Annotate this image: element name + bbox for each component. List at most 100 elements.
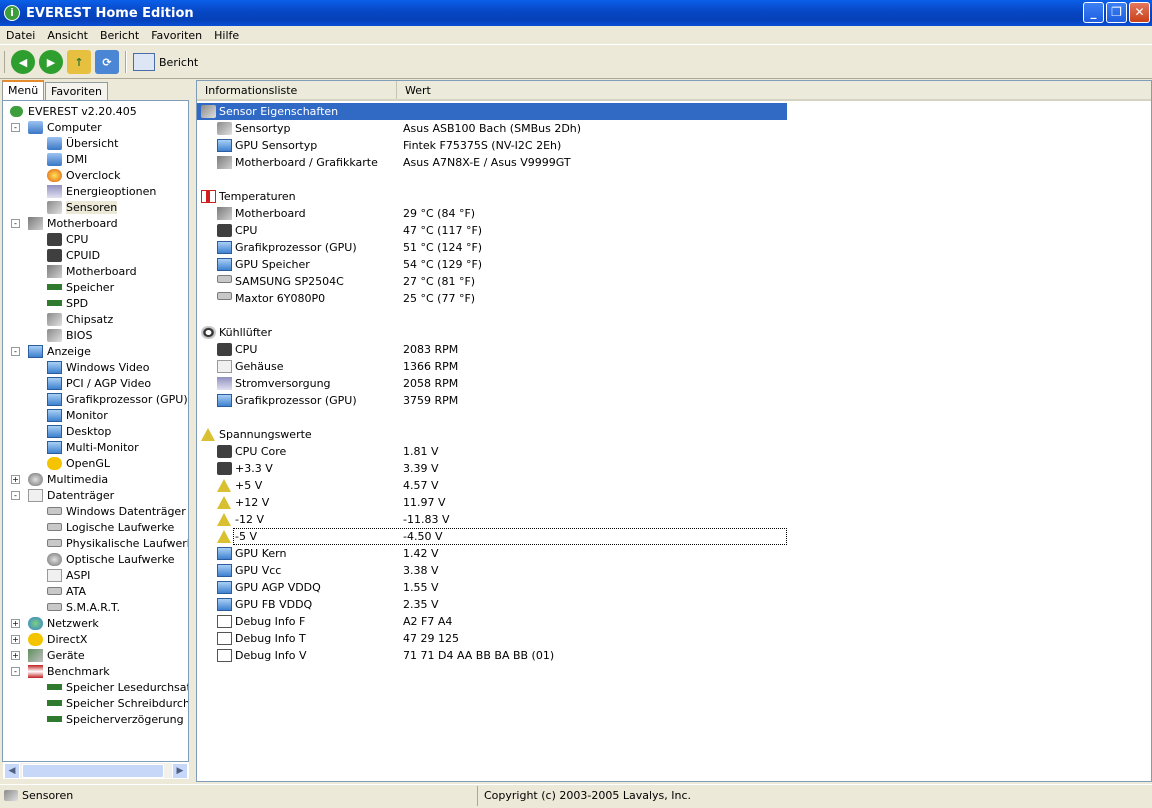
everest-app-icon[interactable]: i [4, 5, 20, 21]
tree-item[interactable]: Benchmark [28, 663, 110, 679]
collapse-icon[interactable]: - [11, 219, 20, 228]
list-group-row[interactable]: Temperaturen [197, 188, 1151, 205]
collapse-icon[interactable]: - [11, 667, 20, 676]
tree-item[interactable]: Physikalische Laufwerke [47, 535, 188, 551]
list-row[interactable]: GPU AGP VDDQ 1.55 V [197, 579, 1151, 596]
list-row[interactable]: Stromversorgung 2058 RPM [197, 375, 1151, 392]
tree-item[interactable]: Motherboard [47, 263, 137, 279]
up-folder-icon[interactable]: ↑ [67, 50, 91, 74]
horizontal-scrollbar[interactable]: ◀ ▶ [3, 762, 189, 779]
scroll-right-arrow-icon[interactable]: ▶ [172, 763, 188, 779]
list-row[interactable]: +5 V 4.57 V [197, 477, 1151, 494]
list-group-row[interactable]: Kühllüfter [197, 324, 1151, 341]
tree-item[interactable]: Energieoptionen [47, 183, 156, 199]
tree-item[interactable]: Chipsatz [47, 311, 113, 327]
scroll-left-arrow-icon[interactable]: ◀ [4, 763, 20, 779]
tree-item[interactable]: DMI [47, 151, 87, 167]
column-header-value[interactable]: Wert [397, 81, 1151, 99]
list-row[interactable]: Grafikprozessor (GPU) 3759 RPM [197, 392, 1151, 409]
list-row[interactable]: Grafikprozessor (GPU) 51 °C (124 °F) [197, 239, 1151, 256]
list-row[interactable]: SAMSUNG SP2504C 27 °C (81 °F) [197, 273, 1151, 290]
list-group-row[interactable]: Spannungswerte [197, 426, 1151, 443]
tab-favorites[interactable]: Favoriten [45, 82, 108, 100]
tree-item[interactable]: Windows Video [47, 359, 149, 375]
menu-ansicht[interactable]: Ansicht [41, 29, 94, 42]
tree-item[interactable]: OpenGL [47, 455, 110, 471]
tree-item[interactable]: EVEREST v2.20.405 [9, 103, 137, 119]
list-row[interactable]: CPU 47 °C (117 °F) [197, 222, 1151, 239]
list-row[interactable]: GPU Sensortyp Fintek F75375S (NV-I2C 2Eh) [197, 137, 1151, 154]
list-group-row[interactable]: Sensor Eigenschaften [197, 103, 787, 120]
list-row[interactable]: CPU Core 1.81 V [197, 443, 1151, 460]
list-item-value: 2.35 V [403, 598, 439, 611]
tree-item[interactable]: Datenträger [28, 487, 114, 503]
refresh-icon[interactable]: ⟳ [95, 50, 119, 74]
menu-datei[interactable]: Datei [0, 29, 41, 42]
scroll-thumb[interactable] [22, 764, 164, 778]
tree-item[interactable]: BIOS [47, 327, 92, 343]
expand-icon[interactable]: + [11, 635, 20, 644]
collapse-icon[interactable]: - [11, 347, 20, 356]
tree-item[interactable]: Übersicht [47, 135, 118, 151]
tree-item[interactable]: Sensoren [47, 199, 118, 215]
collapse-icon[interactable]: - [11, 123, 20, 132]
tree-item[interactable]: SPD [47, 295, 88, 311]
expand-icon[interactable]: + [11, 651, 20, 660]
tree-item[interactable]: Logische Laufwerke [47, 519, 174, 535]
tree-item[interactable]: Anzeige [28, 343, 91, 359]
list-row[interactable]: GPU Vcc 3.38 V [197, 562, 1151, 579]
list-row[interactable]: GPU Speicher 54 °C (129 °F) [197, 256, 1151, 273]
menu-hilfe[interactable]: Hilfe [208, 29, 245, 42]
list-row[interactable]: Debug Info F A2 F7 A4 [197, 613, 1151, 630]
tree-item[interactable]: Desktop [47, 423, 111, 439]
list-row[interactable]: Sensortyp Asus ASB100 Bach (SMBus 2Dh) [197, 120, 1151, 137]
expand-icon[interactable]: + [11, 475, 20, 484]
tree-item[interactable]: Motherboard [28, 215, 118, 231]
list-row[interactable]: Debug Info V 71 71 D4 AA BB BA BB (01) [197, 647, 1151, 664]
tree-item[interactable]: CPUID [47, 247, 100, 263]
tree-item[interactable]: Multi-Monitor [47, 439, 139, 455]
tree-item[interactable]: CPU [47, 231, 88, 247]
tree-item[interactable]: Speicherverzögerung [47, 711, 184, 727]
report-button[interactable]: Bericht [133, 53, 198, 71]
list-row[interactable]: +12 V 11.97 V [197, 494, 1151, 511]
list-row[interactable]: CPU 2083 RPM [197, 341, 1151, 358]
tree-item[interactable]: Netzwerk [28, 615, 99, 631]
forward-arrow-icon[interactable]: ▶ [39, 50, 63, 74]
tree-item[interactable]: ATA [47, 583, 86, 599]
back-arrow-icon[interactable]: ◀ [11, 50, 35, 74]
list-row[interactable]: -12 V -11.83 V [197, 511, 1151, 528]
close-button[interactable]: ✕ [1129, 2, 1150, 23]
tree-item[interactable]: Speicher Lesedurchsatz [47, 679, 188, 695]
tree-item[interactable]: Speicher [47, 279, 114, 295]
tree-item[interactable]: Monitor [47, 407, 108, 423]
tree-item[interactable]: Optische Laufwerke [47, 551, 175, 567]
menu-bericht[interactable]: Bericht [94, 29, 145, 42]
list-row[interactable]: GPU FB VDDQ 2.35 V [197, 596, 1151, 613]
tree-item[interactable]: Geräte [28, 647, 85, 663]
tree-item[interactable]: Grafikprozessor (GPU) [47, 391, 188, 407]
list-row[interactable]: Motherboard / Grafikkarte Asus A7N8X-E / … [197, 154, 1151, 171]
column-header-information[interactable]: Informationsliste [197, 81, 397, 99]
list-row[interactable]: Gehäuse 1366 RPM [197, 358, 1151, 375]
collapse-icon[interactable]: - [11, 491, 20, 500]
maximize-button[interactable]: ❐ [1106, 2, 1127, 23]
tree-item[interactable]: Computer [28, 119, 102, 135]
tree-item[interactable]: DirectX [28, 631, 87, 647]
tree-item[interactable]: Overclock [47, 167, 120, 183]
list-row[interactable]: Maxtor 6Y080P0 25 °C (77 °F) [197, 290, 1151, 307]
list-row[interactable]: Debug Info T 47 29 125 [197, 630, 1151, 647]
list-row[interactable]: +3.3 V 3.39 V [197, 460, 1151, 477]
tab-menu[interactable]: Menü [2, 80, 45, 100]
list-row[interactable]: GPU Kern 1.42 V [197, 545, 1151, 562]
expand-icon[interactable]: + [11, 619, 20, 628]
tree-item[interactable]: Speicher Schreibdurchsat [47, 695, 188, 711]
menu-favoriten[interactable]: Favoriten [145, 29, 208, 42]
tree-item[interactable]: PCI / AGP Video [47, 375, 151, 391]
minimize-button[interactable]: _ [1083, 2, 1104, 23]
tree-item[interactable]: Windows Datenträger [47, 503, 186, 519]
tree-item[interactable]: Multimedia [28, 471, 108, 487]
tree-item[interactable]: ASPI [47, 567, 90, 583]
tree-item[interactable]: S.M.A.R.T. [47, 599, 120, 615]
list-row[interactable]: Motherboard 29 °C (84 °F) [197, 205, 1151, 222]
